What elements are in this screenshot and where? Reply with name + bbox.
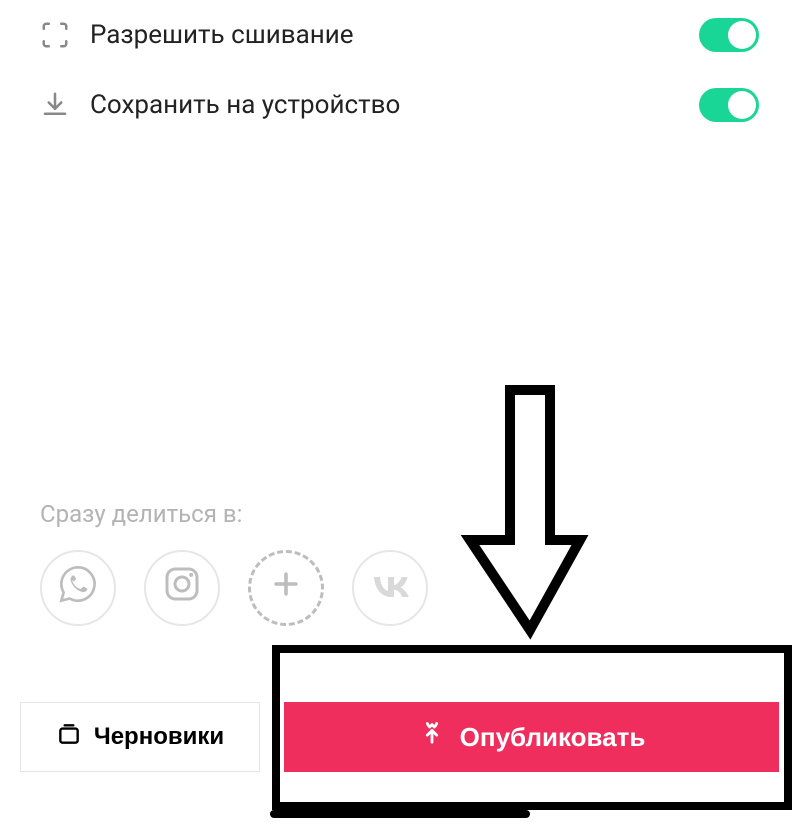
setting-label-stitch: Разрешить сшивание	[90, 20, 354, 50]
share-icons	[40, 550, 760, 626]
annotation-arrow	[460, 380, 600, 644]
vk-icon	[368, 569, 412, 607]
home-indicator	[270, 810, 530, 818]
publish-icon	[418, 720, 446, 755]
toggle-knob	[728, 91, 756, 119]
download-icon	[40, 90, 70, 120]
share-option-whatsapp[interactable]	[40, 550, 116, 626]
share-option-add[interactable]	[248, 550, 324, 626]
drafts-button[interactable]: Черновики	[20, 702, 260, 772]
drafts-icon	[56, 721, 82, 754]
stitch-icon	[40, 20, 70, 50]
instagram-icon	[162, 564, 202, 612]
toggle-knob	[728, 21, 756, 49]
setting-left-stitch: Разрешить сшивание	[40, 20, 354, 50]
setting-left-save: Сохранить на устройство	[40, 90, 400, 120]
toggle-stitch[interactable]	[699, 18, 759, 52]
share-option-instagram[interactable]	[144, 550, 220, 626]
bottom-row: Черновики Опубликовать	[20, 702, 779, 772]
whatsapp-icon	[58, 564, 98, 612]
plus-icon	[269, 567, 303, 609]
share-section: Сразу делиться в:	[40, 500, 760, 626]
drafts-label: Черновики	[94, 723, 224, 751]
publish-button[interactable]: Опубликовать	[284, 702, 779, 772]
publish-label: Опубликовать	[460, 722, 646, 753]
share-option-vk[interactable]	[352, 550, 428, 626]
setting-row-save: Сохранить на устройство	[0, 70, 799, 140]
setting-row-stitch: Разрешить сшивание	[0, 0, 799, 70]
setting-label-save: Сохранить на устройство	[90, 90, 400, 120]
share-label: Сразу делиться в:	[40, 500, 760, 528]
toggle-save[interactable]	[699, 88, 759, 122]
